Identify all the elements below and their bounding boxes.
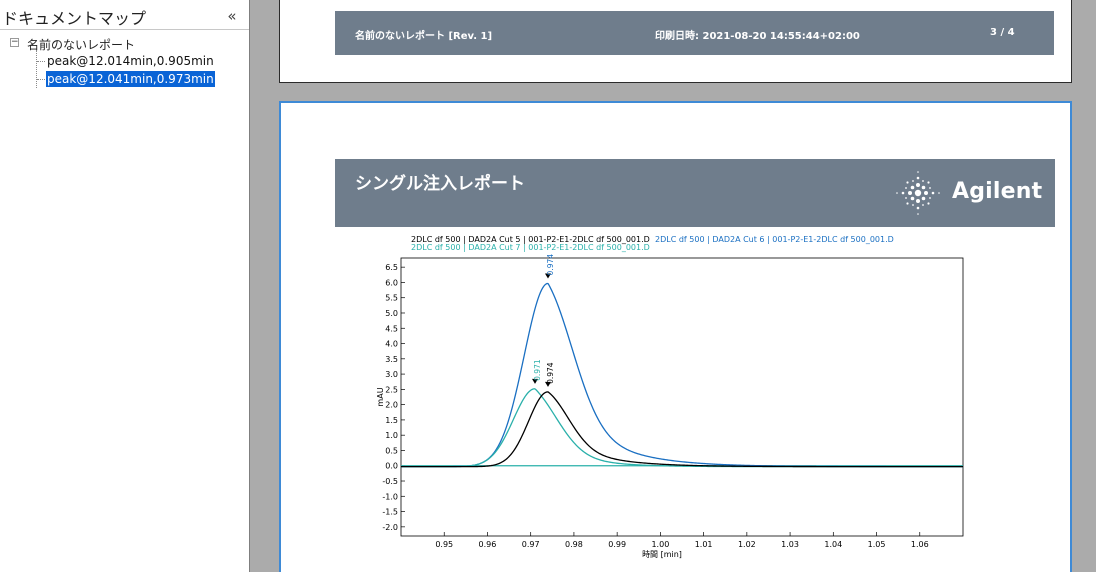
report-header-bar: シングル注入レポート Agilent (335, 159, 1055, 227)
y-tick-label: 0.0 (385, 462, 398, 471)
series-line (401, 282, 963, 468)
y-tick-label: 2.0 (385, 401, 398, 410)
y-tick-label: -1.5 (382, 508, 398, 517)
y-tick-label: 3.0 (385, 370, 398, 379)
x-tick-label: 1.02 (738, 540, 756, 549)
chromatogram-chart: 2DLC df 500 | DAD2A Cut 5 | 001-P2-E1-2D… (376, 235, 964, 559)
x-tick-label: 0.98 (565, 540, 583, 549)
page-footer-bar: 名前のないレポート [Rev. 1] 印刷日時: 2021-08-20 14:5… (335, 11, 1054, 55)
y-tick-label: 3.5 (385, 355, 398, 364)
agilent-logo-text: Agilent (952, 179, 1043, 204)
y-tick-label: 6.0 (385, 278, 398, 287)
peak-label: 0.974 (546, 362, 555, 384)
x-tick-label: 1.01 (695, 540, 713, 549)
tree-connector (37, 79, 45, 80)
legend-entry: 2DLC df 500 | DAD2A Cut 7 | 001-P2-E1-2D… (411, 243, 650, 252)
y-tick-label: 6.5 (385, 263, 398, 272)
report-page-4: シングル注入レポート Agilent 2DLC df 500 | DAD2A C… (279, 101, 1072, 572)
collapse-panel-button[interactable]: « (222, 7, 242, 25)
tree-connector (36, 50, 37, 88)
tree-item-peak-2[interactable]: peak@12.041min,0.973min (46, 71, 215, 87)
x-tick-label: 1.06 (911, 540, 929, 549)
y-tick-label: 1.5 (385, 416, 398, 425)
report-page-3: 名前のないレポート [Rev. 1] 印刷日時: 2021-08-20 14:5… (279, 0, 1072, 83)
report-title: シングル注入レポート (355, 174, 525, 194)
tree-root-report[interactable]: 名前のないレポート (27, 36, 135, 53)
x-tick-label: 0.97 (522, 540, 540, 549)
x-tick-label: 0.95 (435, 540, 453, 549)
document-map-header: ドキュメントマップ « (0, 0, 249, 30)
x-tick-label: 0.96 (479, 540, 497, 549)
y-tick-label: 5.0 (385, 309, 398, 318)
legend-entry: 2DLC df 500 | DAD2A Cut 6 | 001-P2-E1-2D… (655, 235, 894, 244)
x-tick-label: 0.99 (608, 540, 626, 549)
document-map-panel: ドキュメントマップ « − 名前のないレポート peak@12.014min,0… (0, 0, 250, 572)
y-tick-label: 4.0 (385, 340, 398, 349)
peak-label: 0.971 (533, 359, 542, 381)
y-tick-label: -0.5 (382, 477, 398, 486)
document-map-title: ドキュメントマップ (2, 9, 147, 28)
y-tick-label: 5.5 (385, 294, 398, 303)
y-axis-label: mAU (376, 387, 385, 406)
footer-report-title: 名前のないレポート [Rev. 1] (355, 31, 493, 42)
agilent-spark-icon (896, 171, 940, 215)
x-tick-label: 1.00 (651, 540, 669, 549)
y-tick-label: -1.0 (382, 492, 398, 501)
agilent-logo: Agilent (890, 167, 1050, 219)
x-axis-label: 時間 [min] (642, 550, 682, 559)
plot-frame (400, 257, 964, 537)
chart-legend: 2DLC df 500 | DAD2A Cut 5 | 001-P2-E1-2D… (411, 235, 894, 252)
x-tick-label: 1.05 (868, 540, 886, 549)
peak-label: 0.974 (546, 254, 555, 276)
y-tick-label: 2.5 (385, 385, 398, 394)
x-tick-label: 1.03 (781, 540, 799, 549)
footer-print-date: 印刷日時: 2021-08-20 14:55:44+02:00 (655, 31, 860, 42)
y-tick-label: 4.5 (385, 324, 398, 333)
tree-connector (37, 61, 45, 62)
x-tick-label: 1.04 (824, 540, 842, 549)
series-line (401, 388, 963, 468)
y-tick-label: 0.5 (385, 446, 398, 455)
y-tick-label: -2.0 (382, 523, 398, 532)
y-tick-label: 1.0 (385, 431, 398, 440)
footer-page-number: 3 / 4 (990, 27, 1015, 38)
series-line (401, 391, 963, 468)
tree-item-peak-1[interactable]: peak@12.014min,0.905min (46, 53, 215, 69)
tree-collapse-toggle[interactable]: − (10, 38, 19, 47)
